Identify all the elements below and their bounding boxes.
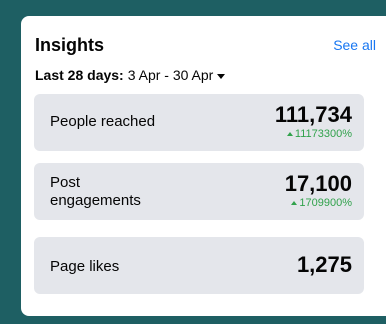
metric-change: 1709900% [291,197,352,209]
see-all-link[interactable]: See all [333,37,376,53]
metric-label: People reached [50,113,156,130]
metric-label: Page likes [50,258,120,275]
date-range-selector[interactable]: Last 28 days: 3 Apr - 30 Apr [35,67,226,83]
metric-page-likes[interactable]: Page likes 1,275 [34,237,364,294]
metric-change: 11173300% [286,128,352,140]
date-range-label: Last 28 days: [35,67,124,83]
trend-up-icon [286,132,293,136]
metric-change-value: 1709900% [299,197,352,209]
metric-change-value: 11173300% [294,128,352,140]
insights-card: Insights See all Last 28 days: 3 Apr - 3… [21,16,386,316]
metric-value: 111,734 [274,102,352,127]
metric-label: Post engagements [50,174,141,209]
caret-down-icon [217,73,226,79]
metric-value: 1,275 [296,252,352,277]
trend-up-icon [291,201,298,205]
insights-title: Insights [35,35,105,55]
metric-people-reached[interactable]: People reached 111,734 11173300% [34,94,364,151]
date-range-value: 3 Apr - 30 Apr [127,67,214,83]
metric-value: 17,100 [284,171,352,196]
metric-post-engagements[interactable]: Post engagements 17,100 1709900% [34,163,364,220]
